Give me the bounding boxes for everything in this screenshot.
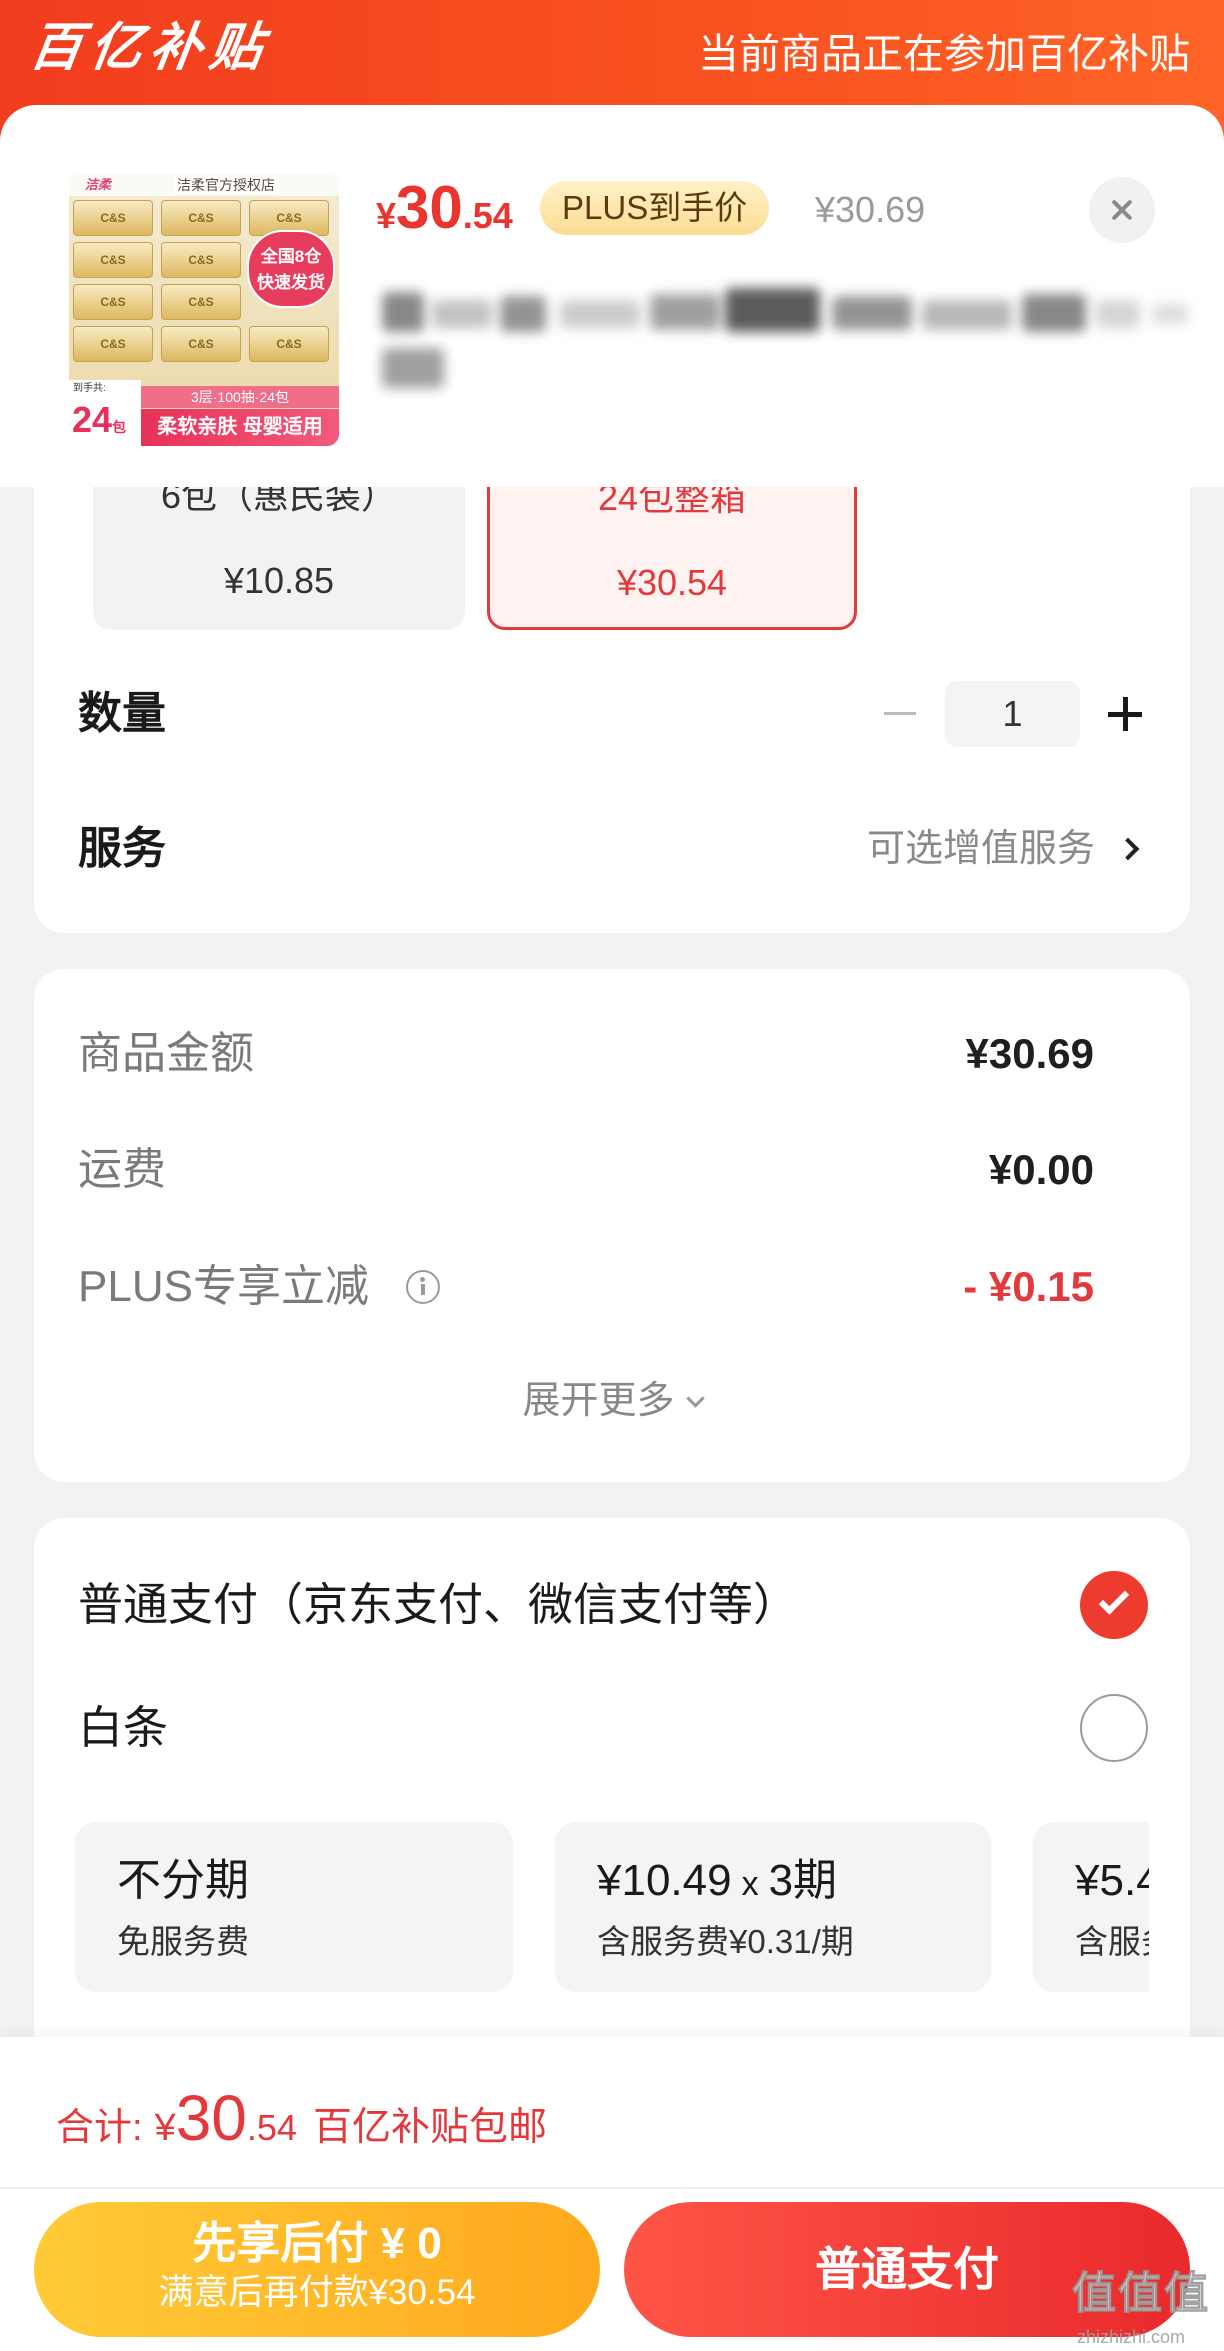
info-icon[interactable] (406, 1270, 440, 1304)
tissue-pack: C&S (161, 242, 241, 278)
installment-option-none[interactable]: 不分期 免服务费 (75, 1822, 513, 1992)
pack-logo: C&S (100, 337, 126, 351)
pay-later-subtitle: 满意后再付款¥30.54 (158, 2273, 476, 2312)
sku-price: ¥30.54 (616, 562, 728, 603)
pack-logo: C&S (188, 211, 214, 225)
tissue-pack: C&S (73, 326, 153, 362)
price-symbol: ¥ (376, 195, 397, 236)
pack-logo: C&S (276, 211, 302, 225)
installment-sub: 含服务费¥0.31/期 (597, 1923, 854, 1960)
price-decimal: .54 (462, 195, 513, 236)
baitiao-radio[interactable] (1080, 1694, 1148, 1762)
normal-pay-radio[interactable] (1080, 1571, 1148, 1639)
installment-times: x (741, 1865, 759, 1903)
tissue-pack: C&S (161, 326, 241, 362)
installment-amount: ¥10.49 (597, 1856, 732, 1905)
service-value-link[interactable]: 可选增值服务 (867, 826, 1095, 872)
installment-options[interactable]: 不分期 免服务费 ¥10.49x3期 含服务费¥0.31/期 ¥5.4 含服务 (75, 1822, 1149, 1992)
pack-count-number: 24包 (72, 396, 126, 446)
badge-line-2: 快速发货 (257, 273, 325, 292)
plus-discount-label: PLUS专享立减 (78, 1262, 369, 1311)
pay-later-title: 先享后付 ¥ 0 (192, 2219, 442, 2268)
quantity-input[interactable]: 1 (945, 681, 1080, 747)
original-price: ¥30.69 (815, 189, 926, 230)
pack-logo: C&S (188, 295, 214, 309)
installment-option-3[interactable]: ¥10.49 x 3期 含服务费¥0.31/期 (555, 1822, 991, 1992)
price-integer: 30 (396, 174, 463, 241)
quantity-label: 数量 (78, 689, 166, 738)
installment-option-6[interactable]: ¥5.4 含服务 (1033, 1822, 1149, 1992)
pack-logo: C&S (100, 253, 126, 267)
expand-more-button[interactable]: 展开更多 (412, 1377, 812, 1425)
tissue-pack: C&S (161, 200, 241, 236)
order-total: 合计: ¥30.54 百亿补贴包邮 (56, 2080, 547, 2156)
pack-logo: C&S (100, 295, 126, 309)
spec-strip: 3层·100抽·24包 (141, 386, 339, 408)
plus-icon[interactable] (1103, 692, 1147, 736)
store-label: 洁柔官方授权店 (173, 176, 279, 194)
shipping-value: ¥0.00 (988, 1146, 1094, 1193)
close-icon[interactable] (1089, 177, 1155, 243)
pack-logo: C&S (100, 211, 126, 225)
brand-logo: 洁柔 (85, 177, 112, 192)
product-price: ¥30.54 (376, 172, 513, 244)
installment-title: ¥10.49 x 3期 (597, 1853, 837, 1909)
chevron-down-icon (685, 1389, 705, 1408)
shipping-label: 运费 (78, 1145, 166, 1194)
goods-amount-value: ¥30.69 (965, 1030, 1094, 1077)
total-symbol: ¥ (154, 2107, 176, 2149)
product-title-blurred (370, 270, 1210, 400)
subsidy-notice: 当前商品正在参加百亿补贴 (698, 31, 1190, 77)
pack-logo: C&S (188, 253, 214, 267)
watermark: 值值值 (1072, 2269, 1210, 2319)
pack-count-unit: 包 (112, 419, 127, 435)
installment-title: 不分期 (117, 1856, 249, 1905)
goods-amount-label: 商品金额 (78, 1029, 254, 1078)
pay-later-button[interactable]: 先享后付 ¥ 0 满意后再付款¥30.54 (34, 2202, 600, 2337)
sku-price: ¥10.85 (223, 560, 335, 601)
tissue-pack: C&S (73, 200, 153, 236)
watermark-url: zhizhizhi.com (1077, 2327, 1186, 2347)
total-integer: 30 (175, 2082, 247, 2154)
badge-line-1: 全国8仓 (260, 247, 322, 266)
installment-title: ¥5.4 (1075, 1856, 1149, 1905)
installment-sub: 免服务费 (117, 1923, 249, 1960)
total-label: 合计: (56, 2107, 143, 2149)
footer-divider (0, 2187, 1224, 2189)
plus-price-badge: PLUS到手价 (540, 181, 770, 235)
installment-term: 3期 (768, 1856, 838, 1905)
pack-logo: C&S (276, 337, 302, 351)
pack-logo: C&S (188, 337, 214, 351)
total-decimal: .54 (246, 2107, 297, 2148)
expand-more-label: 展开更多 (522, 1380, 675, 1422)
normal-pay-label[interactable]: 普通支付（京东支付、微信支付等） (78, 1579, 798, 1631)
baitiao-label[interactable]: 白条 (78, 1702, 168, 1754)
subsidy-logo: 百亿补贴 (25, 19, 275, 77)
installment-sub: 含服务 (1075, 1923, 1149, 1960)
tissue-pack: C&S (161, 284, 241, 320)
warehouse-badge: 全国8仓 快速发货 (247, 230, 335, 308)
tissue-pack: C&S (73, 284, 153, 320)
total-note: 百亿补贴包邮 (312, 2106, 547, 2149)
check-icon (1098, 1584, 1130, 1615)
plus-discount-value: - ¥0.15 (963, 1263, 1094, 1310)
slogan-strip: 柔软亲肤 母婴适用 (141, 409, 339, 446)
pack-count-label: 到手共: (73, 383, 106, 394)
pack-count-value: 24 (72, 399, 113, 440)
tissue-pack: C&S (249, 326, 329, 362)
tissue-pack: C&S (73, 242, 153, 278)
pack-count-block: 到手共: 24包 (69, 380, 141, 446)
product-image[interactable]: 洁柔 洁柔官方授权店 C&S C&S C&S C&S C&S C&S C&S C… (69, 174, 339, 446)
service-label: 服务 (78, 824, 166, 873)
minus-icon[interactable] (878, 692, 922, 736)
